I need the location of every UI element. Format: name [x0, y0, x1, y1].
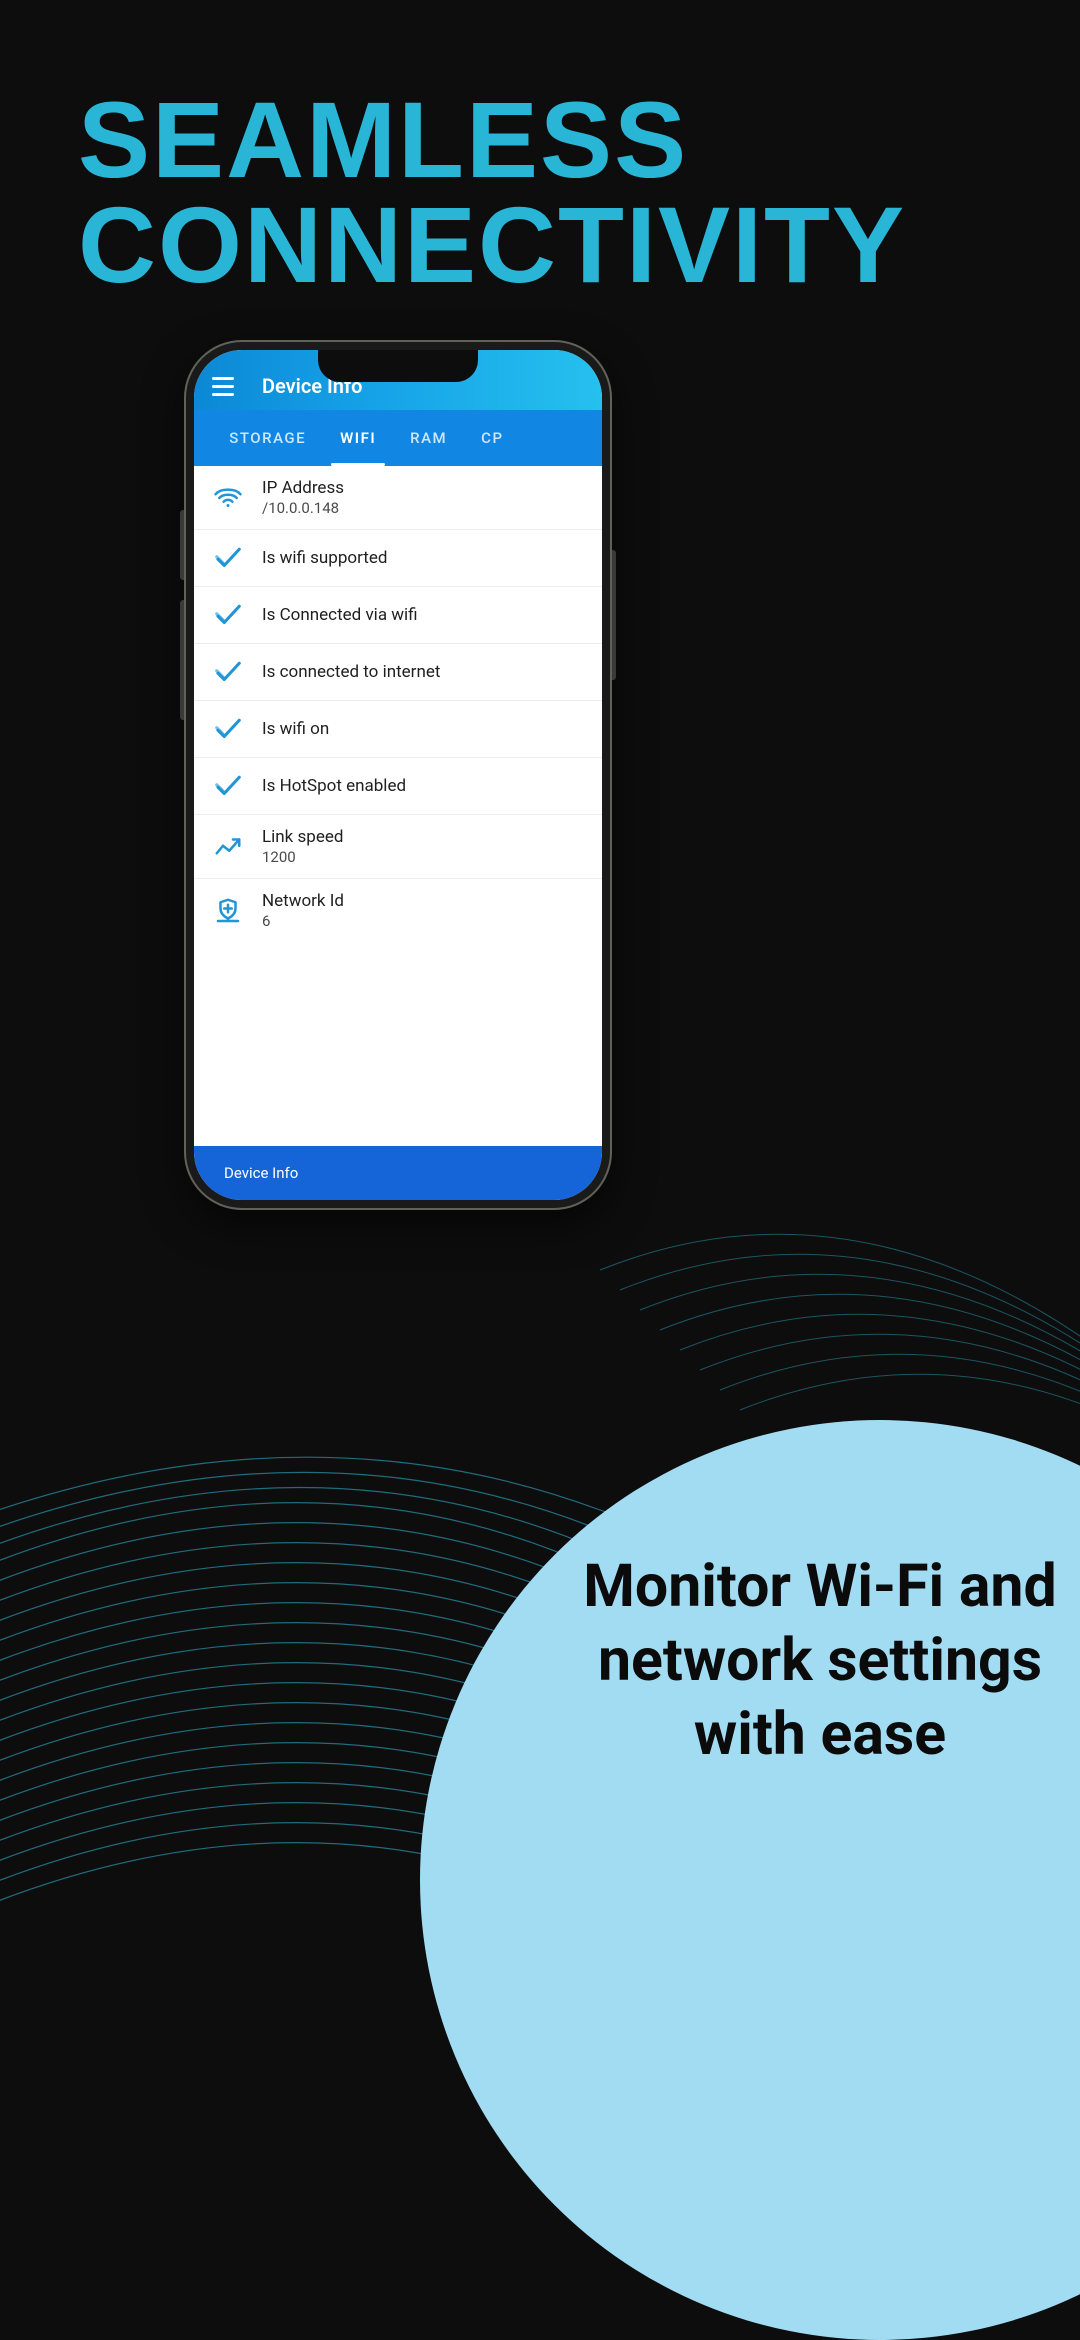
row-label: Is wifi supported [262, 548, 584, 568]
check-icon [212, 599, 244, 631]
tab-bar: AY STORAGE WIFI RAM CP [194, 410, 602, 466]
row-label: Is HotSpot enabled [262, 776, 584, 796]
row-label: Is Connected via wifi [262, 605, 584, 625]
row-network-id[interactable]: Network Id 6 [194, 879, 602, 942]
row-link-speed[interactable]: Link speed 1200 [194, 815, 602, 879]
phone-side-button [180, 510, 184, 580]
row-connected-wifi[interactable]: Is Connected via wifi [194, 587, 602, 644]
check-icon [212, 656, 244, 688]
check-icon [212, 542, 244, 574]
tab-ram[interactable]: RAM [393, 410, 464, 466]
wifi-icon [212, 482, 244, 514]
trend-up-icon [212, 831, 244, 863]
phone-side-button [612, 550, 616, 680]
callout-text: Monitor Wi-Fi and network settings with … [540, 1550, 1080, 1771]
row-label: Link speed [262, 827, 584, 847]
row-value: /10.0.0.148 [262, 499, 584, 517]
headline-line1: SEAMLESS [78, 88, 906, 193]
row-ip-address[interactable]: IP Address /10.0.0.148 [194, 466, 602, 530]
bottom-bar[interactable]: Device Info [194, 1146, 602, 1200]
shield-network-icon [212, 895, 244, 927]
tab-wifi[interactable]: WIFI [323, 410, 393, 466]
row-wifi-supported[interactable]: Is wifi supported [194, 530, 602, 587]
row-value: 6 [262, 912, 584, 930]
phone-screen: Device Info AY STORAGE WIFI RAM CP [194, 350, 602, 1200]
headline-line2: CONNECTIVITY [78, 193, 906, 298]
phone-notch [318, 350, 478, 382]
row-wifi-on[interactable]: Is wifi on [194, 701, 602, 758]
row-hotspot[interactable]: Is HotSpot enabled [194, 758, 602, 815]
bottom-bar-label: Device Info [224, 1164, 298, 1182]
check-icon [212, 770, 244, 802]
marketing-headline: SEAMLESS CONNECTIVITY [78, 88, 906, 298]
row-label: Is wifi on [262, 719, 584, 739]
check-icon [212, 713, 244, 745]
tab-storage[interactable]: STORAGE [212, 410, 323, 466]
row-label: Is connected to internet [262, 662, 584, 682]
tab-cpu-partial[interactable]: CP [464, 410, 503, 466]
wifi-list: IP Address /10.0.0.148 Is wifi supported [194, 466, 602, 1146]
row-value: 1200 [262, 848, 584, 866]
row-connected-internet[interactable]: Is connected to internet [194, 644, 602, 701]
row-label: Network Id [262, 891, 584, 911]
menu-icon[interactable] [212, 377, 234, 396]
row-label: IP Address [262, 478, 584, 498]
tab-display-partial[interactable]: AY [194, 410, 212, 466]
phone-mockup: Device Info AY STORAGE WIFI RAM CP [184, 340, 612, 1210]
phone-side-button [180, 600, 184, 720]
